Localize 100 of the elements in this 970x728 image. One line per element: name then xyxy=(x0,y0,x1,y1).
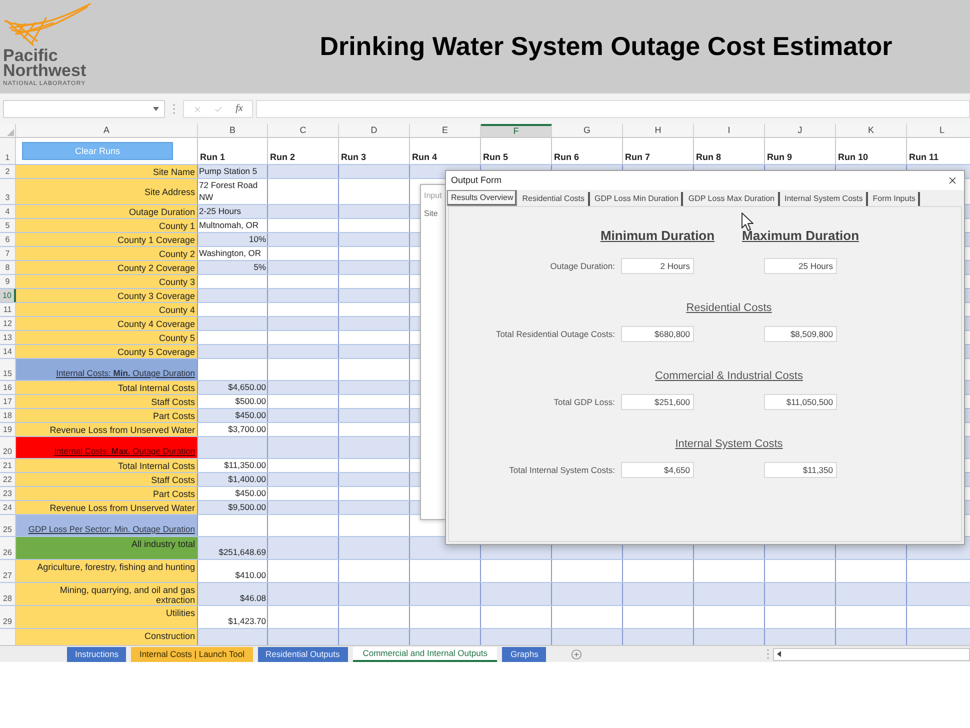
label-cell: Total Internal Costs xyxy=(16,459,198,472)
row-header[interactable]: 19 xyxy=(0,423,16,436)
row-header[interactable]: 16 xyxy=(0,381,16,394)
row-header[interactable]: 14 xyxy=(0,345,16,358)
value-cell: $450.00 xyxy=(198,409,268,422)
column-header[interactable]: K xyxy=(836,124,907,137)
row-header[interactable]: 12 xyxy=(0,317,16,330)
row-header[interactable]: 24 xyxy=(0,501,16,514)
row-header[interactable]: 15 xyxy=(0,359,16,380)
value-cell: $11,350.00 xyxy=(198,459,268,472)
label-cell: County 3 xyxy=(16,275,198,288)
column-header[interactable]: F xyxy=(481,124,552,137)
value-cell: Pump Station 5 xyxy=(198,165,268,178)
output-field[interactable]: $251,600 xyxy=(621,394,694,410)
row-header[interactable]: 8 xyxy=(0,261,16,274)
output-field[interactable]: $11,050,500 xyxy=(764,394,837,410)
plus-circle-icon[interactable] xyxy=(571,648,582,660)
label-cell: Outage Duration xyxy=(16,205,198,218)
row-header[interactable]: 3 xyxy=(0,179,16,204)
column-header[interactable]: D xyxy=(339,124,410,137)
insert-function-button[interactable]: fx xyxy=(236,103,243,115)
label-cell: County 5 xyxy=(16,331,198,344)
column-header[interactable]: I xyxy=(694,124,765,137)
sheet-tab[interactable]: Commercial and Internal Outputs xyxy=(352,646,498,662)
sheet-tab[interactable]: Graphs xyxy=(502,646,546,662)
row-header[interactable]: 6 xyxy=(0,233,16,246)
column-header[interactable]: H xyxy=(623,124,694,137)
column-heading: Maximum Duration xyxy=(742,228,860,244)
value-cell: 5% xyxy=(198,261,268,274)
logo-text: Northwest xyxy=(3,63,86,78)
value-cell: $410.00 xyxy=(198,560,268,582)
value-cell: $46.08 xyxy=(198,583,268,605)
section-title: Residential Costs xyxy=(686,301,772,315)
label-cell: Total Internal Costs xyxy=(16,381,198,394)
sheet-tab[interactable]: Residential Outputs xyxy=(258,646,348,662)
label-cell: Staff Costs xyxy=(16,395,198,408)
form-tab[interactable]: Results Overview xyxy=(447,190,518,206)
horizontal-scrollbar[interactable] xyxy=(773,648,970,660)
run-header: Run 10 xyxy=(838,152,868,163)
output-field[interactable]: $4,650 xyxy=(621,462,694,478)
column-header[interactable]: G xyxy=(552,124,623,137)
run-header: Run 8 xyxy=(696,152,722,163)
label-cell: County 2 xyxy=(16,247,198,260)
row-header[interactable]: 4 xyxy=(0,205,16,218)
row-header[interactable]: 25 xyxy=(0,515,16,536)
row-header[interactable]: 10 xyxy=(0,289,16,302)
row-header[interactable]: 13 xyxy=(0,331,16,344)
label-cell: County 2 Coverage xyxy=(16,261,198,274)
formula-input[interactable] xyxy=(256,100,970,118)
cancel-icon[interactable] xyxy=(193,104,202,114)
caret-icon[interactable] xyxy=(153,107,159,111)
field-label: Total Residential Outage Costs: xyxy=(496,328,616,340)
output-field[interactable]: 25 Hours xyxy=(764,258,837,274)
value-cell: $251,648.69 xyxy=(198,537,268,559)
section-heading: Internal Costs: Max. Outage Duration xyxy=(16,437,198,458)
row-header[interactable]: 28 xyxy=(0,583,16,605)
row-header[interactable]: 23 xyxy=(0,487,16,500)
row-header[interactable]: 9 xyxy=(0,275,16,288)
column-header[interactable]: J xyxy=(765,124,836,137)
column-header[interactable]: C xyxy=(268,124,339,137)
column-header[interactable]: L xyxy=(907,124,970,137)
section-title: Internal System Costs xyxy=(675,437,783,451)
label-cell: County 4 xyxy=(16,303,198,316)
column-heading: Minimum Duration xyxy=(600,228,715,244)
logo-icon xyxy=(3,3,91,47)
check-icon[interactable] xyxy=(214,104,224,114)
row-header[interactable]: 27 xyxy=(0,560,16,582)
row-header[interactable]: 5 xyxy=(0,219,16,232)
row-header[interactable]: 22 xyxy=(0,473,16,486)
scroll-left-icon[interactable] xyxy=(777,651,781,657)
select-all-icon[interactable] xyxy=(7,129,14,136)
row-header[interactable]: 1 xyxy=(0,138,16,164)
label-cell: Mining, quarrying, and oil and gas extraction xyxy=(16,583,198,605)
value-cell: Washington, OR xyxy=(198,247,268,260)
column-header[interactable]: A xyxy=(16,124,198,137)
row-header[interactable]: 7 xyxy=(0,247,16,260)
row-header[interactable]: 17 xyxy=(0,395,16,408)
mouse-pointer-icon xyxy=(741,212,754,232)
label-cell: Part Costs xyxy=(16,409,198,422)
row-header[interactable]: 21 xyxy=(0,459,16,472)
output-field[interactable]: $8,509,800 xyxy=(764,326,837,342)
row-header[interactable]: 18 xyxy=(0,409,16,422)
splitter-handle-icon[interactable] xyxy=(767,649,769,659)
value-cell: $450.00 xyxy=(198,487,268,500)
output-field[interactable]: $11,350 xyxy=(764,462,837,478)
row-header[interactable] xyxy=(0,629,16,645)
sheet-tab[interactable]: Instructions xyxy=(67,646,126,662)
column-header[interactable]: B xyxy=(198,124,268,137)
label-cell: County 1 xyxy=(16,219,198,232)
run-header: Run 6 xyxy=(554,152,580,163)
row-header[interactable]: 20 xyxy=(0,437,16,458)
sheet-tab[interactable]: Internal Costs | Launch Tool xyxy=(131,646,253,662)
label-cell: Utilities xyxy=(16,606,198,628)
window-title: Output Form xyxy=(451,175,502,186)
output-field[interactable]: $680,800 xyxy=(621,326,694,342)
row-header[interactable]: 26 xyxy=(0,537,16,559)
row-header[interactable]: 29 xyxy=(0,606,16,628)
output-field[interactable]: 2 Hours xyxy=(621,258,694,274)
row-header[interactable]: 2 xyxy=(0,165,16,178)
row-header[interactable]: 11 xyxy=(0,303,16,316)
